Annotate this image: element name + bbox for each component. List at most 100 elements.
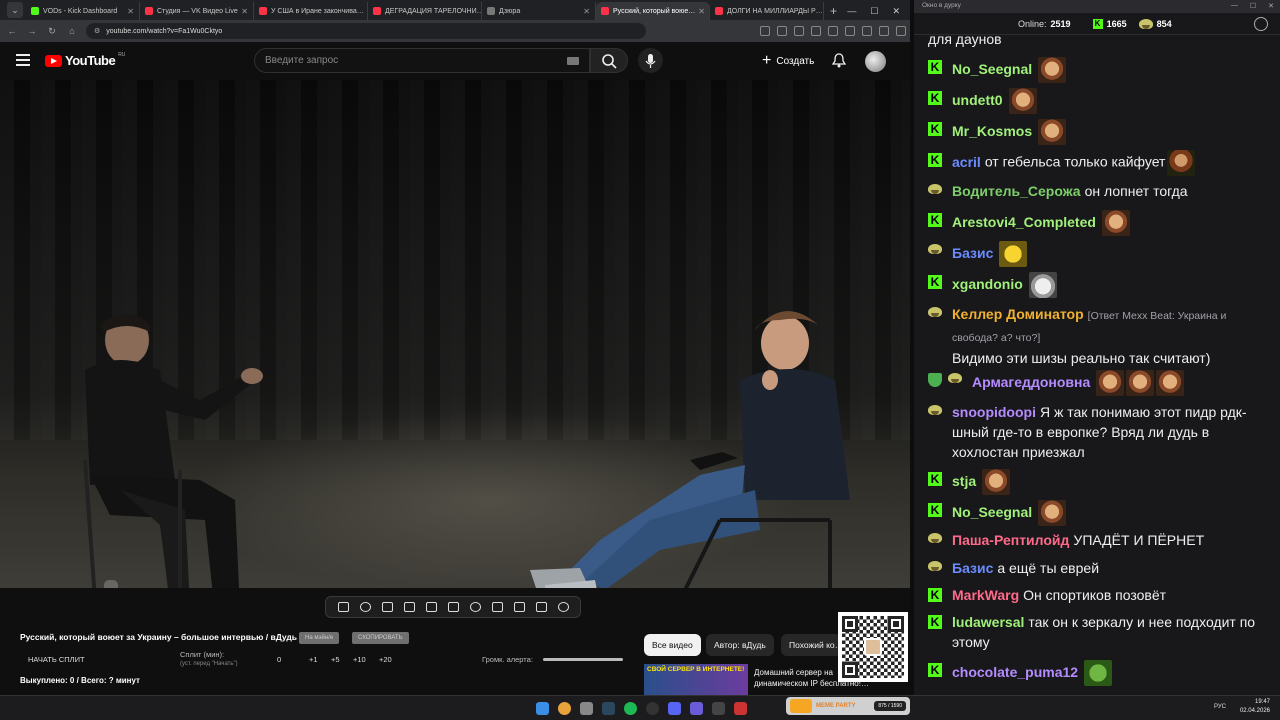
steam-icon[interactable] [602, 702, 615, 715]
chat-username[interactable]: snoopidoopi [952, 404, 1036, 420]
copy-button[interactable]: СКОПИРОВАТЬ [352, 632, 409, 644]
close-icon[interactable]: ✕ [892, 2, 900, 20]
browser-tab[interactable]: Студия — VK Видео Live ✕ [140, 2, 254, 20]
chat-username[interactable]: MarkWarg [952, 587, 1019, 603]
browser-tab[interactable]: Дзюра ✕ [482, 2, 596, 20]
speed-icon[interactable] [469, 602, 481, 612]
search-button[interactable] [590, 48, 628, 73]
reload-icon[interactable]: ↻ [46, 26, 58, 37]
address-bar[interactable]: ⚙ youtube.com/watch?v=Fa1Wu0Cktyo [86, 23, 646, 39]
chat-username[interactable]: Базис [952, 560, 993, 576]
notifications-bell-icon[interactable] [832, 53, 846, 68]
start-split-button[interactable]: НАЧАТЬ СПЛИТ [28, 655, 85, 664]
youtube-logo[interactable]: YouTube RU [45, 52, 125, 68]
language-indicator[interactable]: РУС [1214, 704, 1226, 710]
meme-party-widget[interactable]: MEME PARTY 875 / 1590 [786, 697, 910, 715]
chat-username[interactable]: ludawersal [952, 614, 1024, 630]
extension-icon[interactable] [828, 26, 838, 36]
recommended-video-thumbnail[interactable]: СВОЙ СЕРВЕР В ИНТЕРНЕТЕ! [644, 664, 748, 695]
theater-icon[interactable] [447, 602, 459, 612]
keyboard-icon[interactable] [567, 56, 579, 65]
browser-tab[interactable]: У США в Иране закончива…✕ [254, 2, 368, 20]
loop-icon[interactable] [337, 602, 349, 612]
meme-party-logo-icon [790, 699, 812, 713]
audio-icon[interactable] [359, 602, 371, 612]
search-input[interactable]: Введите запрос [254, 48, 590, 73]
chat-username[interactable]: Паша-Рептилойд [952, 532, 1069, 548]
browser-tab[interactable]: ДЕГРАДАЦИЯ ТАРЕЛОЧНИ…✕ [368, 2, 482, 20]
spotify-icon[interactable] [624, 702, 637, 715]
split-value-plus10[interactable]: +10 [353, 655, 366, 664]
chat-username[interactable]: No_Seegnal [952, 61, 1032, 77]
minimize-icon[interactable]: — [847, 2, 856, 20]
tab-close-icon[interactable]: ✕ [238, 7, 248, 16]
site-info-icon[interactable]: ⚙ [94, 27, 100, 35]
chip-similar[interactable]: Похожий ко… [781, 634, 841, 656]
split-value-plus1[interactable]: +1 [309, 655, 318, 664]
clip-icon[interactable] [403, 602, 415, 612]
chat-username[interactable]: chocolate_puma12 [952, 664, 1078, 680]
maximize-icon[interactable]: ☐ [1250, 2, 1256, 11]
chat-username[interactable]: undett0 [952, 92, 1003, 108]
voice-search-button[interactable] [638, 48, 663, 73]
browser-tab[interactable]: ДОЛГИ НА МИЛЛИАРДЫ Р…✕ [710, 2, 824, 20]
zoom-icon[interactable] [777, 26, 787, 36]
chat-username[interactable]: No_Seegnal [952, 504, 1032, 520]
video-player[interactable] [0, 80, 912, 588]
downloads-icon[interactable] [862, 26, 872, 36]
tab-close-icon[interactable]: ✕ [124, 7, 134, 16]
menu-icon[interactable] [896, 26, 906, 36]
avatar[interactable] [865, 51, 886, 72]
split-value-plus20[interactable]: +20 [379, 655, 392, 664]
browser-tab[interactable]: Русский, который воюе… ✕ [596, 2, 710, 20]
extension-icon[interactable] [845, 26, 855, 36]
filter-icon[interactable] [535, 602, 547, 612]
split-value-0[interactable]: 0 [277, 655, 281, 664]
chat-username[interactable]: xgandonio [952, 276, 1023, 292]
settings-gear-icon[interactable] [557, 602, 569, 612]
close-icon[interactable]: ✕ [1268, 2, 1274, 11]
bookmark-star-icon[interactable] [794, 26, 804, 36]
windows-start-icon[interactable] [536, 702, 549, 715]
forward-icon[interactable]: → [26, 26, 38, 36]
chrome-icon[interactable] [558, 702, 571, 715]
app-icon[interactable] [690, 702, 703, 715]
chat-username[interactable]: Arestovi4_Completed [952, 214, 1096, 230]
tab-search-icon[interactable]: ⌄ [7, 2, 23, 18]
create-button[interactable]: + Создать [758, 50, 818, 72]
minimize-icon[interactable]: — [1231, 2, 1238, 11]
extension-icon[interactable] [811, 26, 821, 36]
profile-icon[interactable] [879, 26, 889, 36]
alert-volume-slider[interactable] [543, 658, 623, 661]
pip-icon[interactable] [425, 602, 437, 612]
chip-author[interactable]: Автор: вДудь [706, 634, 774, 656]
obs-icon[interactable] [646, 702, 659, 715]
app-icon[interactable] [734, 702, 747, 715]
maximize-icon[interactable]: ☐ [870, 2, 878, 20]
chat-username[interactable]: Водитель_Серожа [952, 183, 1081, 199]
tab-close-icon[interactable]: ✕ [695, 7, 705, 16]
chip-all-videos[interactable]: Все видео [644, 634, 701, 656]
chat-username[interactable]: Келлер Доминатор [952, 306, 1084, 322]
chat-username[interactable]: stja [952, 473, 976, 489]
chat-username[interactable]: Армагеддоновна [972, 374, 1090, 390]
home-icon[interactable]: ⌂ [66, 26, 78, 36]
explorer-icon[interactable] [580, 702, 593, 715]
new-tab-button[interactable]: + [824, 2, 843, 20]
on-main-button[interactable]: На мэйн/е [299, 632, 340, 644]
app-icon[interactable] [712, 702, 725, 715]
menu-icon[interactable] [16, 54, 30, 69]
captions-icon[interactable] [491, 602, 503, 612]
back-icon[interactable]: ← [6, 26, 18, 36]
chat-username[interactable]: acril [952, 154, 981, 170]
split-value-plus5[interactable]: +5 [331, 655, 340, 664]
screenshot-icon[interactable] [513, 602, 525, 612]
tab-close-icon[interactable]: ✕ [580, 7, 590, 16]
browser-tab[interactable]: VODs - Kick Dashboard ✕ [26, 2, 140, 20]
discord-icon[interactable] [668, 702, 681, 715]
translate-icon[interactable] [760, 26, 770, 36]
chat-username[interactable]: Mr_Kosmos [952, 123, 1032, 139]
watch-later-icon[interactable] [381, 602, 393, 612]
chat-username[interactable]: Базис [952, 245, 993, 261]
clock[interactable]: 19:47 02.04.2026 [1240, 698, 1270, 716]
